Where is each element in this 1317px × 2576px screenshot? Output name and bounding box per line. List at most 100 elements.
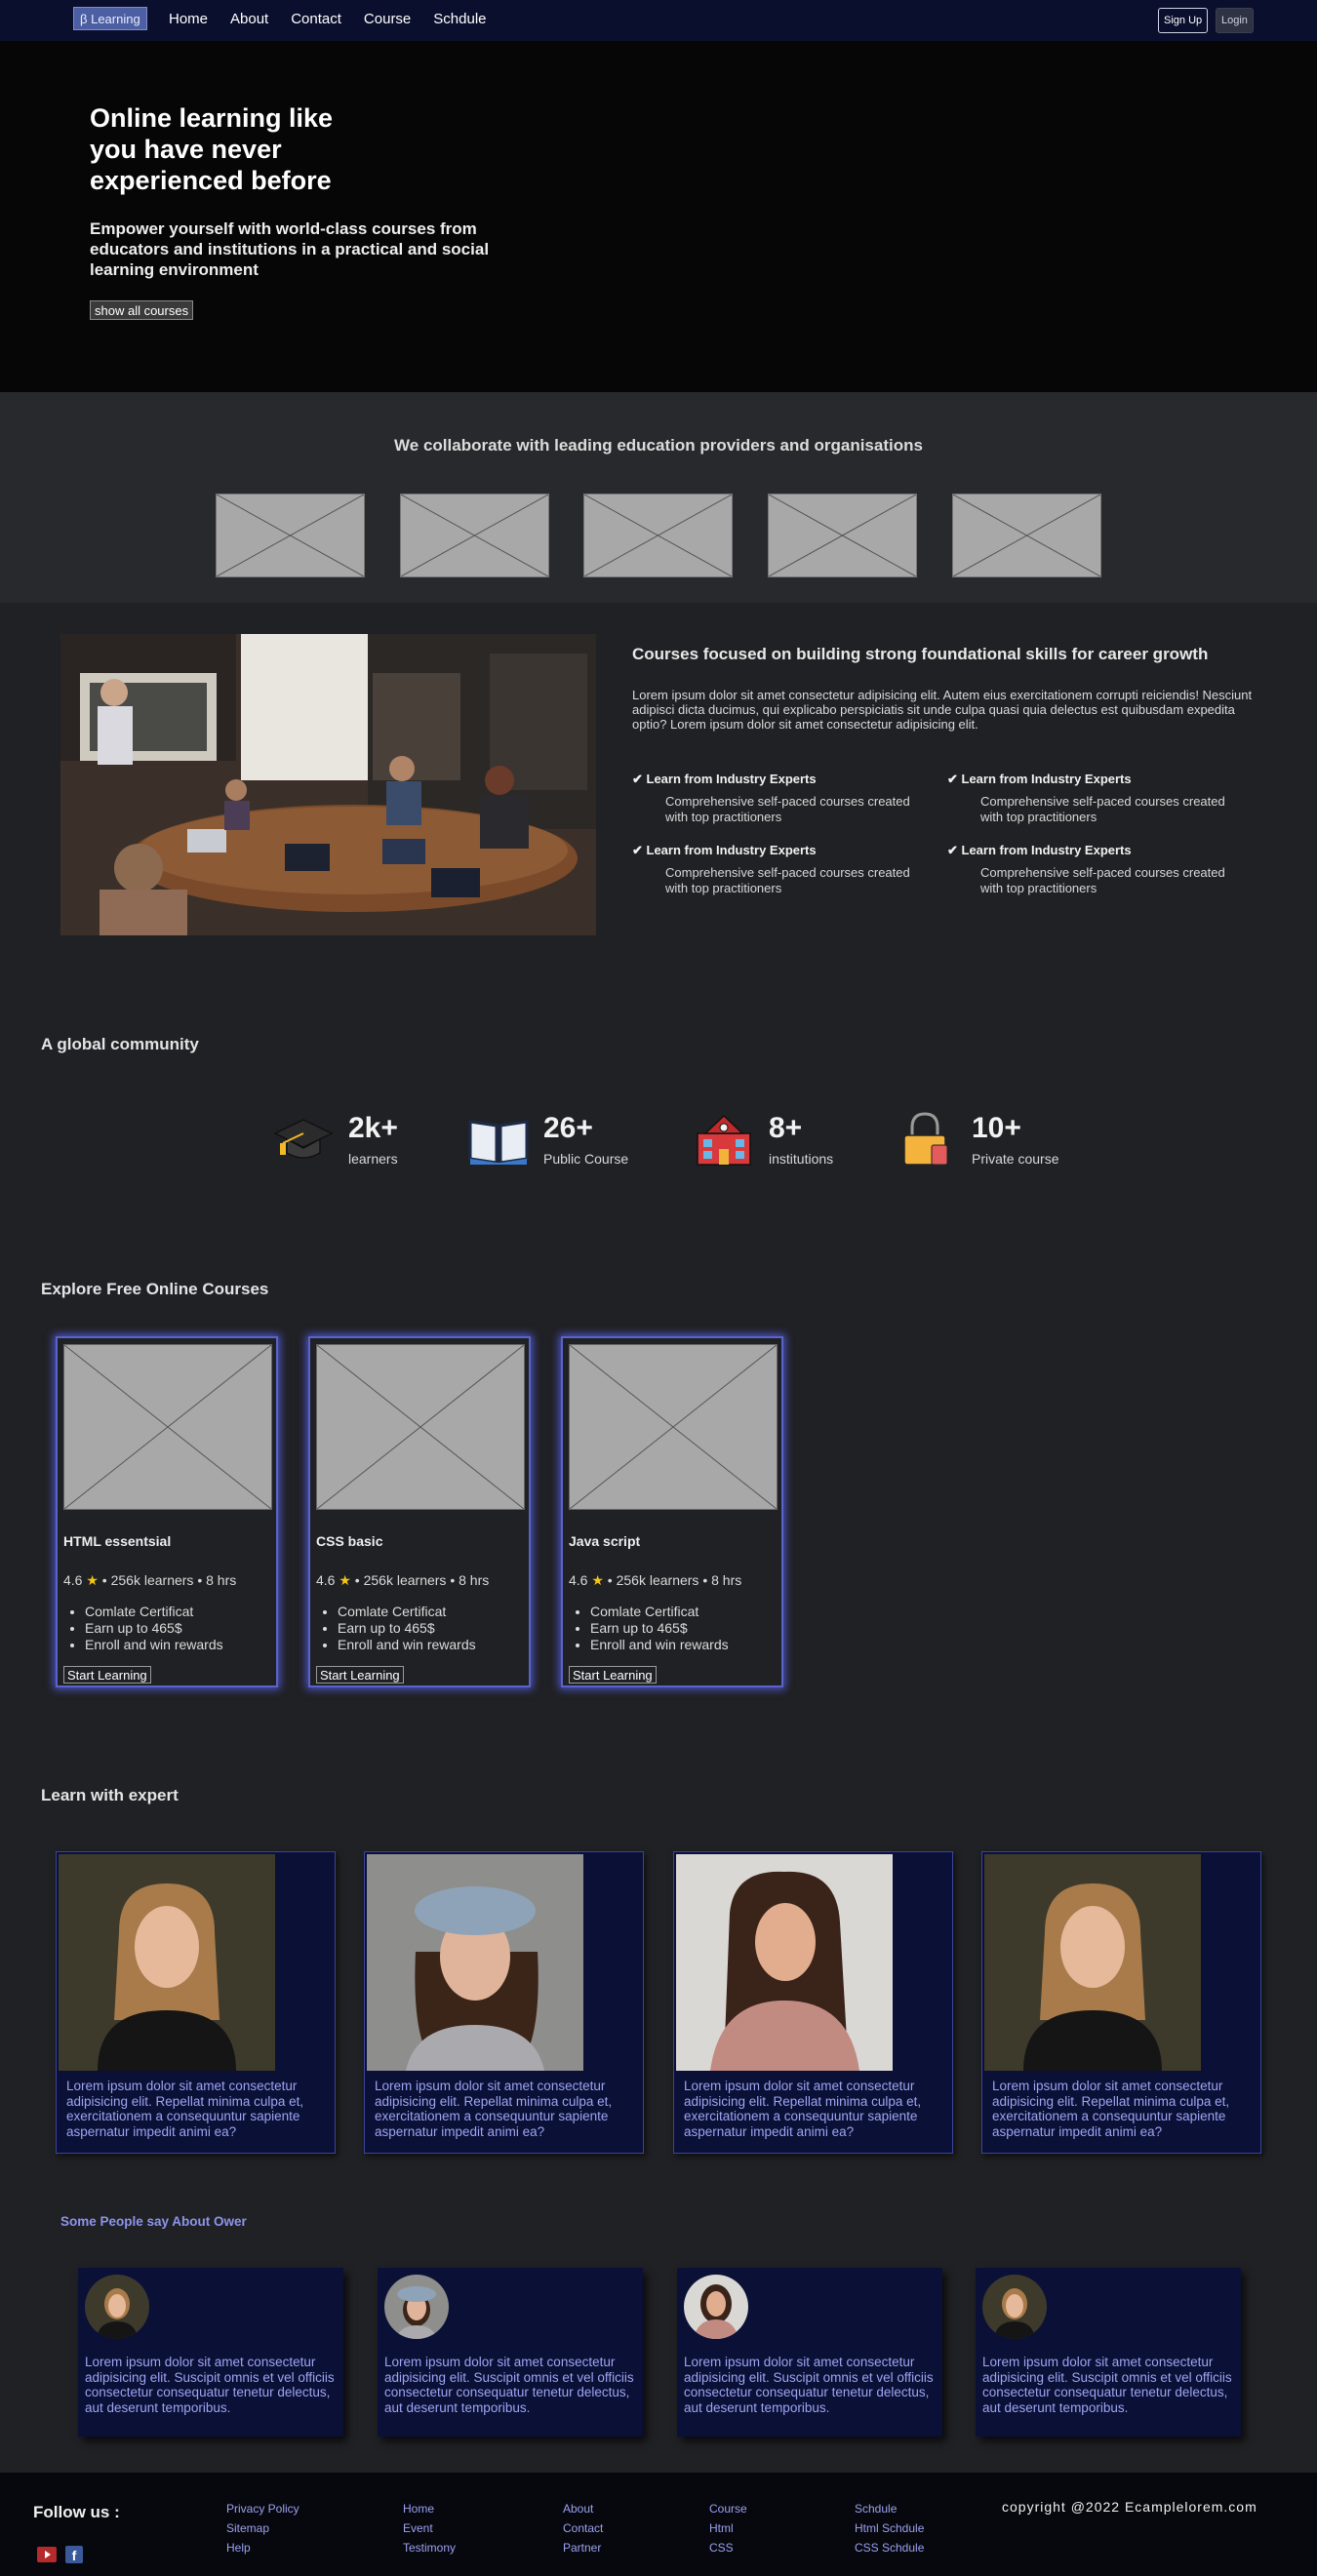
svg-text:f: f	[72, 2548, 77, 2563]
avatar	[384, 2275, 449, 2339]
feature-item: ✔ Learn from Industry Experts Comprehens…	[947, 843, 1250, 896]
course-card: CSS basic 4.6 ★ • 256k learners • 8 hrs …	[308, 1336, 531, 1687]
star-icon: ★	[86, 1572, 99, 1588]
brand-logo[interactable]: β Learning	[73, 7, 147, 30]
top-navbar: β Learning Home About Contact Course Sch…	[0, 0, 1317, 41]
feature-item-desc: Comprehensive self-paced courses created…	[980, 794, 1225, 824]
start-learning-button[interactable]: Start Learning	[316, 1666, 404, 1684]
nav-link-course[interactable]: Course	[364, 11, 411, 27]
lock-icon	[903, 1112, 948, 1166]
nav-link-contact[interactable]: Contact	[291, 11, 341, 27]
course-rating: 4.6	[316, 1572, 336, 1588]
course-perk: Earn up to 465$	[85, 1620, 223, 1637]
course-perk: Comlate Certificat	[85, 1604, 223, 1620]
footer-link-testimony[interactable]: Testimony	[403, 2538, 456, 2557]
show-all-courses-button[interactable]: show all courses	[90, 300, 194, 320]
nav-links: Home About Contact Course Schdule	[169, 11, 487, 27]
footer-link-course[interactable]: Course	[709, 2499, 747, 2518]
footer-link-home[interactable]: Home	[403, 2499, 456, 2518]
start-learning-button[interactable]: Start Learning	[569, 1666, 657, 1684]
course-stats: • 256k learners • 8 hrs	[350, 1572, 490, 1588]
experts-title: Learn with expert	[41, 1786, 179, 1804]
partner-logo-placeholder	[216, 494, 365, 577]
feature-item-title: ✔ Learn from Industry Experts	[947, 843, 1132, 857]
course-perks: Comlate Certificat Earn up to 465$ Enrol…	[85, 1604, 223, 1653]
nav-link-home[interactable]: Home	[169, 11, 208, 27]
partners-title: We collaborate with leading education pr…	[394, 436, 923, 455]
footer: Follow us : f Privacy Policy Sitemap Hel…	[0, 2473, 1317, 2576]
course-rating: 4.6	[63, 1572, 83, 1588]
stat-value: 10+	[972, 1112, 1021, 1144]
partner-logo-placeholder	[768, 494, 917, 577]
footer-link-help[interactable]: Help	[226, 2538, 299, 2557]
feature-item-title: ✔ Learn from Industry Experts	[632, 772, 817, 786]
stat-label: Public Course	[543, 1151, 629, 1167]
footer-link-html-schedule[interactable]: Html Schdule	[855, 2518, 924, 2538]
school-building-icon	[697, 1114, 751, 1166]
footer-column: Home Event Testimony	[403, 2499, 456, 2557]
expert-photo	[367, 1854, 583, 2071]
stat-label: institutions	[769, 1151, 834, 1167]
signup-button[interactable]: Sign Up	[1158, 8, 1209, 33]
star-icon: ★	[339, 1572, 351, 1588]
feature-item-desc: Comprehensive self-paced courses created…	[980, 865, 1225, 895]
course-perk: Comlate Certificat	[338, 1604, 476, 1620]
footer-link-schedule[interactable]: Schdule	[855, 2499, 924, 2518]
course-perk: Enroll and win rewards	[590, 1637, 729, 1653]
feature-item: ✔ Learn from Industry Experts Comprehens…	[632, 772, 935, 825]
course-perk: Enroll and win rewards	[85, 1637, 223, 1653]
feature-title: Courses focused on building strong found…	[632, 645, 1209, 663]
classroom-photo	[60, 634, 596, 935]
expert-bio: Lorem ipsum dolor sit amet consectetur a…	[684, 2079, 922, 2139]
stat-value: 8+	[769, 1112, 803, 1144]
feature-item: ✔ Learn from Industry Experts Comprehens…	[947, 772, 1250, 825]
expert-bio: Lorem ipsum dolor sit amet consectetur a…	[66, 2079, 304, 2139]
footer-link-html[interactable]: Html	[709, 2518, 747, 2538]
footer-link-css[interactable]: CSS	[709, 2538, 747, 2557]
start-learning-button[interactable]: Start Learning	[63, 1666, 151, 1684]
expert-card: Lorem ipsum dolor sit amet consectetur a…	[673, 1851, 953, 2154]
testimonial-text: Lorem ipsum dolor sit amet consectetur a…	[684, 2355, 934, 2415]
course-image-placeholder	[569, 1344, 778, 1510]
course-meta: 4.6 ★ • 256k learners • 8 hrs	[569, 1572, 741, 1589]
expert-bio: Lorem ipsum dolor sit amet consectetur a…	[992, 2079, 1230, 2139]
feature-item-title: ✔ Learn from Industry Experts	[632, 843, 817, 857]
footer-link-css-schedule[interactable]: CSS Schdule	[855, 2538, 924, 2557]
footer-link-partner[interactable]: Partner	[563, 2538, 603, 2557]
footer-column: Schdule Html Schdule CSS Schdule	[855, 2499, 924, 2557]
hero-title: Online learning like you have never expe…	[90, 103, 334, 195]
copyright-text: copyright @2022 Ecamplelorem.com	[1002, 2499, 1257, 2515]
login-button[interactable]: Login	[1216, 8, 1254, 33]
course-card: HTML essentsial 4.6 ★ • 256k learners • …	[56, 1336, 278, 1687]
footer-column: Privacy Policy Sitemap Help	[226, 2499, 299, 2557]
footer-link-contact[interactable]: Contact	[563, 2518, 603, 2538]
footer-link-sitemap[interactable]: Sitemap	[226, 2518, 299, 2538]
footer-link-event[interactable]: Event	[403, 2518, 456, 2538]
course-title: CSS basic	[316, 1533, 383, 1549]
partner-logo-placeholder	[400, 494, 549, 577]
avatar	[684, 2275, 748, 2339]
graduation-cap-icon	[273, 1119, 334, 1159]
expert-photo	[59, 1854, 275, 2071]
course-meta: 4.6 ★ • 256k learners • 8 hrs	[316, 1572, 489, 1589]
footer-link-privacy[interactable]: Privacy Policy	[226, 2499, 299, 2518]
expert-card: Lorem ipsum dolor sit amet consectetur a…	[364, 1851, 644, 2154]
nav-link-schedule[interactable]: Schdule	[433, 11, 486, 27]
course-perk: Earn up to 465$	[338, 1620, 476, 1637]
course-stats: • 256k learners • 8 hrs	[98, 1572, 237, 1588]
hero-section: Online learning like you have never expe…	[0, 41, 1317, 392]
feature-item-desc: Comprehensive self-paced courses created…	[665, 794, 910, 824]
course-rating: 4.6	[569, 1572, 588, 1588]
testimonial-text: Lorem ipsum dolor sit amet consectetur a…	[384, 2355, 634, 2415]
facebook-icon[interactable]: f	[64, 2546, 84, 2563]
footer-column: About Contact Partner	[563, 2499, 603, 2557]
partner-logo-placeholder	[952, 494, 1101, 577]
nav-link-about[interactable]: About	[230, 11, 268, 27]
avatar	[982, 2275, 1047, 2339]
feature-item: ✔ Learn from Industry Experts Comprehens…	[632, 843, 935, 896]
footer-link-about[interactable]: About	[563, 2499, 603, 2518]
youtube-icon[interactable]	[37, 2546, 57, 2563]
feature-item-title: ✔ Learn from Industry Experts	[947, 772, 1132, 786]
courses-title: Explore Free Online Courses	[41, 1280, 269, 1298]
feature-text: Lorem ipsum dolor sit amet consectetur a…	[632, 688, 1253, 732]
